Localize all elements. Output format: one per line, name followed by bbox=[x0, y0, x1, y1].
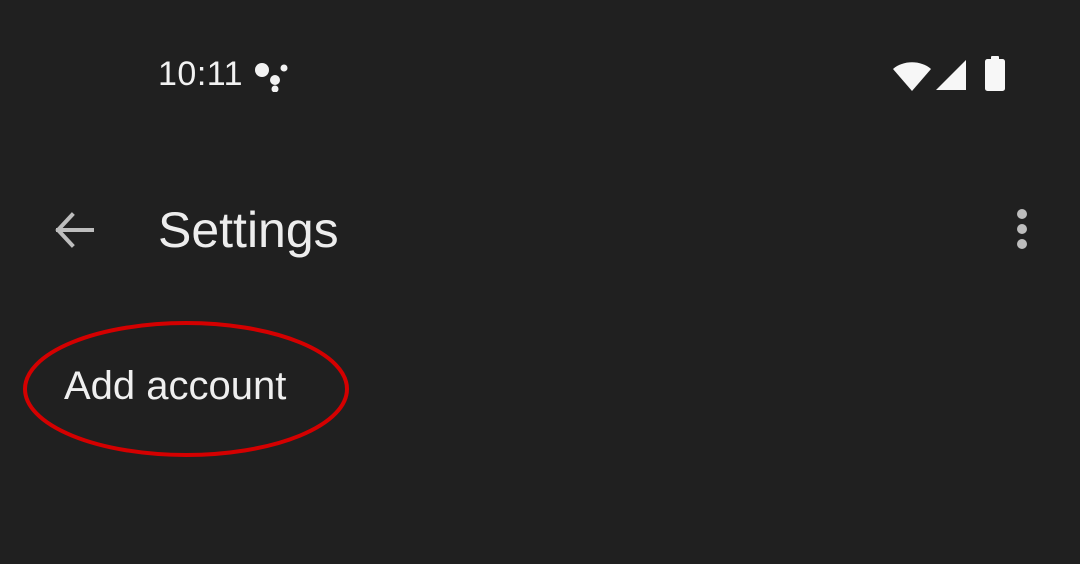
arrow-back-icon bbox=[55, 212, 94, 248]
status-bar: 10:11 bbox=[0, 0, 1080, 150]
back-button[interactable] bbox=[44, 200, 104, 260]
assistant-icon bbox=[255, 63, 288, 92]
wifi-icon bbox=[893, 62, 931, 91]
battery-icon bbox=[985, 56, 1005, 91]
page-title: Settings bbox=[158, 202, 339, 258]
top-app-bar: Settings bbox=[0, 180, 1080, 280]
add-account-label: Add account bbox=[64, 364, 287, 408]
status-clock: 10:11 bbox=[158, 55, 244, 93]
add-account-item[interactable]: Add account bbox=[0, 340, 1080, 436]
more-vert-icon bbox=[1017, 209, 1027, 249]
signal-icon bbox=[936, 60, 966, 90]
more-options-button[interactable] bbox=[998, 200, 1046, 260]
